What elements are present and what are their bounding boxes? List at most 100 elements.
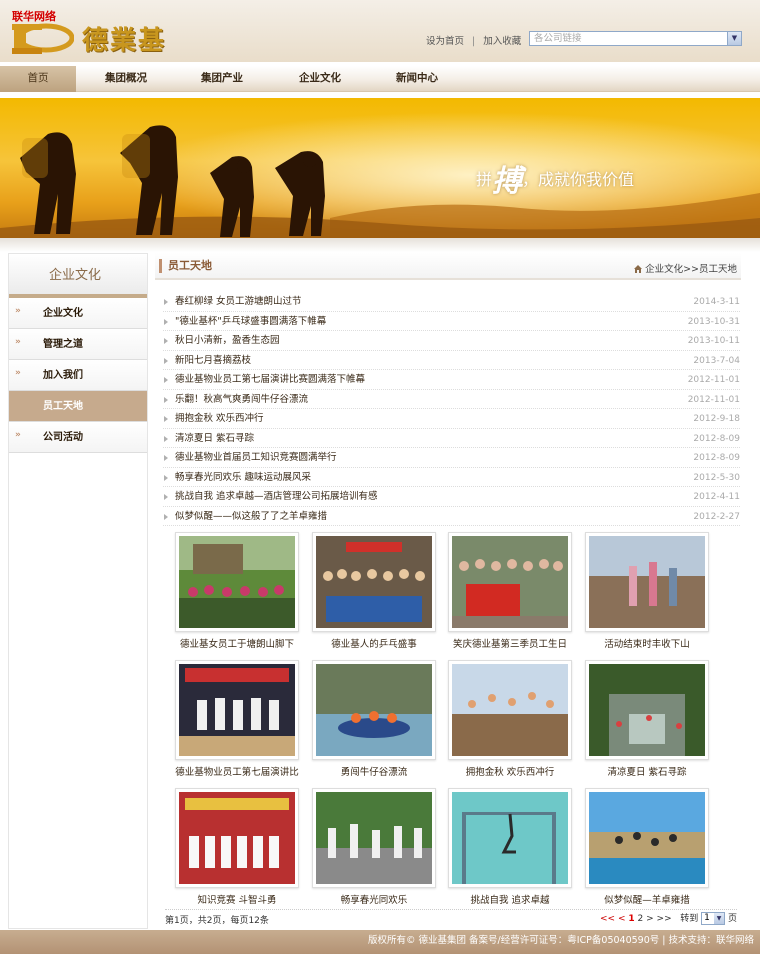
double-chevron-icon: » bbox=[15, 306, 21, 316]
photo-caption[interactable]: 似梦似醒—羊卓雍措 bbox=[585, 892, 709, 906]
sidebar-title-text: 企业文化 bbox=[49, 268, 102, 283]
list-item[interactable]: 秋日小清新，盈香生态园 2013-10-11 bbox=[163, 331, 740, 351]
photo-caption[interactable]: 知识竞赛 斗智斗勇 bbox=[175, 892, 299, 906]
article-title[interactable]: 德业基物业员工第七届演讲比赛圆满落下帷幕 bbox=[175, 374, 365, 385]
photo-caption[interactable]: 拥抱金秋 欢乐西冲行 bbox=[448, 764, 572, 778]
list-item[interactable]: 德业基物业首届员工知识竞赛圆满举行 2012-8-09 bbox=[163, 448, 740, 468]
photo-thumbnail[interactable] bbox=[175, 660, 299, 760]
photo-caption[interactable]: 清凉夏日 紫石寻踪 bbox=[585, 764, 709, 778]
article-title[interactable]: 挑战自我 追求卓越—酒店管理公司拓展培训有感 bbox=[175, 491, 378, 502]
article-date: 2012-8-09 bbox=[693, 433, 740, 444]
banner-shadow bbox=[0, 238, 760, 252]
photo-caption[interactable]: 德业基女员工于塘朗山脚下 bbox=[175, 636, 299, 650]
article-title[interactable]: 畅享春光同欢乐 趣味运动展风采 bbox=[175, 472, 311, 483]
article-title[interactable]: 春红柳绿 女员工游塘朗山过节 bbox=[175, 296, 302, 307]
last-page-link[interactable]: >> bbox=[657, 914, 672, 924]
photo-card[interactable]: 笑庆德业基第三季员工生日 bbox=[448, 532, 572, 650]
article-title[interactable]: "德业基杯"乒乓球盛事圆满落下帷幕 bbox=[175, 316, 326, 327]
list-item[interactable]: 春红柳绿 女员工游塘朗山过节 2014-3-11 bbox=[163, 292, 740, 312]
list-item[interactable]: 拥抱金秋 欢乐西冲行 2012-9-18 bbox=[163, 409, 740, 429]
add-favorite-link[interactable]: 加入收藏 bbox=[483, 33, 521, 47]
nav-item-news[interactable]: 新闻中心 bbox=[379, 66, 455, 92]
photo-caption[interactable]: 德业基人的乒乓盛事 bbox=[312, 636, 436, 650]
first-page-link[interactable]: << bbox=[600, 914, 615, 924]
photo-thumbnail[interactable] bbox=[312, 788, 436, 888]
list-item[interactable]: 德业基物业员工第七届演讲比赛圆满落下帷幕 2012-11-01 bbox=[163, 370, 740, 390]
photo-thumbnail[interactable] bbox=[175, 532, 299, 632]
article-title[interactable]: 似梦似醒——似这般了了之羊卓雍措 bbox=[175, 511, 327, 522]
photo-card[interactable]: 拥抱金秋 欢乐西冲行 bbox=[448, 660, 572, 778]
photo-caption[interactable]: 活动结束时丰收下山 bbox=[585, 636, 709, 650]
pagination-info: 第1页，共2页，每页12条 bbox=[165, 916, 269, 926]
photo-card[interactable]: 德业基女员工于塘朗山脚下 bbox=[175, 532, 299, 650]
photo-thumbnail[interactable] bbox=[448, 660, 572, 760]
list-item[interactable]: "德业基杯"乒乓球盛事圆满落下帷幕 2013-10-31 bbox=[163, 312, 740, 331]
photo-card[interactable]: 畅享春光同欢乐 bbox=[312, 788, 436, 906]
nav-item-group-overview[interactable]: 集团概况 bbox=[88, 66, 164, 92]
company-links-select-value: 各公司链接 bbox=[534, 33, 582, 44]
bullet-icon bbox=[164, 299, 168, 305]
bullet-icon bbox=[164, 474, 168, 481]
page-select[interactable]: 1 ▼ bbox=[701, 912, 726, 925]
chevron-down-icon[interactable]: ▼ bbox=[714, 913, 725, 924]
article-title[interactable]: 德业基物业首届员工知识竞赛圆满举行 bbox=[175, 452, 337, 463]
prev-page-link[interactable]: < bbox=[618, 914, 626, 924]
sidebar: 企业文化 » 企业文化 » 管理之道 » 加入我们 员工天地 » 公司活动 bbox=[8, 253, 148, 929]
sidebar-item-culture[interactable]: » 企业文化 bbox=[9, 298, 147, 329]
photo-thumbnail[interactable] bbox=[448, 532, 572, 632]
photo-caption[interactable]: 笑庆德业基第三季员工生日 bbox=[448, 636, 572, 650]
article-date: 2012-4-11 bbox=[693, 492, 740, 502]
photo-thumbnail[interactable] bbox=[448, 788, 572, 888]
list-item[interactable]: 清凉夏日 紫石寻踪 2012-8-09 bbox=[163, 429, 740, 448]
photo-card[interactable]: 勇闯牛仔谷漂流 bbox=[312, 660, 436, 778]
next-page-link[interactable]: > bbox=[646, 914, 654, 924]
photo-card[interactable]: 德业基人的乒乓盛事 bbox=[312, 532, 436, 650]
photo-thumbnail[interactable] bbox=[585, 532, 709, 632]
sidebar-item-staff[interactable]: 员工天地 bbox=[9, 391, 147, 422]
list-item[interactable]: 似梦似醒——似这般了了之羊卓雍措 2012-2-27 bbox=[163, 507, 740, 526]
article-title[interactable]: 拥抱金秋 欢乐西冲行 bbox=[175, 413, 264, 424]
double-chevron-icon: » bbox=[15, 337, 21, 347]
page-link-2[interactable]: 2 bbox=[638, 914, 644, 924]
photo-thumbnail[interactable] bbox=[585, 660, 709, 760]
logo-icon[interactable] bbox=[12, 22, 75, 59]
photo-card[interactable]: 似梦似醒—羊卓雍措 bbox=[585, 788, 709, 906]
article-title[interactable]: 乐翻！秋高气爽勇闯牛仔谷漂流 bbox=[175, 394, 308, 405]
list-item[interactable]: 挑战自我 追求卓越—酒店管理公司拓展培训有感 2012-4-11 bbox=[163, 487, 740, 507]
sidebar-item-management[interactable]: » 管理之道 bbox=[9, 329, 147, 360]
photo-card[interactable]: 知识竞赛 斗智斗勇 bbox=[175, 788, 299, 906]
set-homepage-link[interactable]: 设为首页 bbox=[426, 33, 464, 47]
nav-item-culture[interactable]: 企业文化 bbox=[282, 66, 358, 92]
sidebar-title: 企业文化 bbox=[9, 254, 147, 298]
chevron-down-icon[interactable]: ▼ bbox=[727, 32, 741, 45]
breadcrumb-text[interactable]: 企业文化>>员工天地 bbox=[645, 264, 737, 275]
photo-thumbnail[interactable] bbox=[585, 788, 709, 888]
nav-item-group-industry[interactable]: 集团产业 bbox=[184, 66, 260, 92]
page-link-1[interactable]: 1 bbox=[628, 914, 634, 924]
sidebar-item-join-us[interactable]: » 加入我们 bbox=[9, 360, 147, 391]
photo-thumbnail[interactable] bbox=[312, 532, 436, 632]
list-item[interactable]: 畅享春光同欢乐 趣味运动展风采 2012-5-30 bbox=[163, 468, 740, 487]
logo-text: 德業基 bbox=[82, 26, 167, 56]
home-icon[interactable] bbox=[633, 264, 643, 277]
photo-caption[interactable]: 德业基物业员工第七届演讲比 bbox=[175, 764, 299, 778]
article-date: 2012-11-01 bbox=[687, 394, 740, 405]
photo-caption[interactable]: 勇闯牛仔谷漂流 bbox=[312, 764, 436, 778]
nav-item-home[interactable]: 首页 bbox=[0, 66, 76, 92]
article-title[interactable]: 秋日小清新，盈香生态园 bbox=[175, 335, 280, 346]
sidebar-item-activities[interactable]: » 公司活动 bbox=[9, 422, 147, 453]
photo-caption[interactable]: 畅享春光同欢乐 bbox=[312, 892, 436, 906]
article-title[interactable]: 清凉夏日 紫石寻踪 bbox=[175, 433, 254, 444]
list-item[interactable]: 新阳七月喜摘荔枝 2013-7-04 bbox=[163, 351, 740, 370]
separator: | bbox=[472, 36, 476, 47]
photo-thumbnail[interactable] bbox=[312, 660, 436, 760]
photo-card[interactable]: 德业基物业员工第七届演讲比 bbox=[175, 660, 299, 778]
photo-caption[interactable]: 挑战自我 追求卓越 bbox=[448, 892, 572, 906]
photo-card[interactable]: 挑战自我 追求卓越 bbox=[448, 788, 572, 906]
list-item[interactable]: 乐翻！秋高气爽勇闯牛仔谷漂流 2012-11-01 bbox=[163, 390, 740, 409]
company-links-select[interactable]: 各公司链接 ▼ bbox=[529, 31, 742, 46]
photo-card[interactable]: 活动结束时丰收下山 bbox=[585, 532, 709, 650]
article-title[interactable]: 新阳七月喜摘荔枝 bbox=[175, 355, 251, 366]
photo-card[interactable]: 清凉夏日 紫石寻踪 bbox=[585, 660, 709, 778]
photo-thumbnail[interactable] bbox=[175, 788, 299, 888]
